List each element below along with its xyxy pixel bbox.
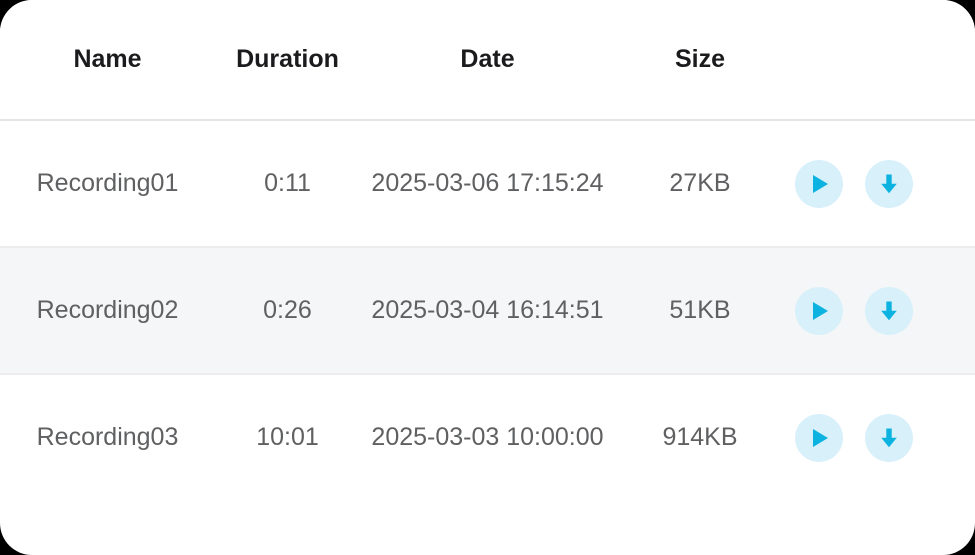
table-row[interactable]: Recording03 10:01 2025-03-03 10:00:00 91… xyxy=(0,374,975,500)
recordings-card: Name Duration Date Size Recording01 0:11… xyxy=(0,0,975,555)
cell-duration: 10:01 xyxy=(215,374,360,500)
cell-date: 2025-03-06 17:15:24 xyxy=(360,120,615,248)
play-button[interactable] xyxy=(795,413,843,462)
table-body: Recording01 0:11 2025-03-06 17:15:24 27K… xyxy=(0,120,975,500)
table-row[interactable]: Recording02 0:26 2025-03-04 16:14:51 51K… xyxy=(0,247,975,375)
download-icon xyxy=(876,298,902,324)
download-button[interactable] xyxy=(865,286,913,335)
cell-name: Recording03 xyxy=(0,374,215,500)
download-button[interactable] xyxy=(865,159,913,208)
play-button[interactable] xyxy=(795,286,843,335)
cell-duration: 0:11 xyxy=(215,120,360,248)
recordings-table: Name Duration Date Size Recording01 0:11… xyxy=(0,0,975,500)
cell-size: 51KB xyxy=(615,247,785,375)
cell-name: Recording02 xyxy=(0,247,215,375)
cell-size: 27KB xyxy=(615,120,785,248)
column-header-size[interactable]: Size xyxy=(615,0,785,121)
cell-actions xyxy=(785,374,975,500)
download-icon xyxy=(876,171,902,197)
play-icon xyxy=(806,425,832,451)
row-actions xyxy=(785,286,975,335)
cell-duration: 0:26 xyxy=(215,247,360,375)
row-actions xyxy=(785,413,975,462)
play-button[interactable] xyxy=(795,159,843,208)
column-header-date[interactable]: Date xyxy=(360,0,615,121)
column-header-name[interactable]: Name xyxy=(0,0,215,121)
cell-name: Recording01 xyxy=(0,120,215,248)
download-button[interactable] xyxy=(865,413,913,462)
column-header-actions xyxy=(785,0,975,121)
table-header: Name Duration Date Size xyxy=(0,0,975,121)
cell-date: 2025-03-04 16:14:51 xyxy=(360,247,615,375)
cell-actions xyxy=(785,247,975,375)
cell-size: 914KB xyxy=(615,374,785,500)
download-icon xyxy=(876,425,902,451)
table-row[interactable]: Recording01 0:11 2025-03-06 17:15:24 27K… xyxy=(0,120,975,248)
row-actions xyxy=(785,159,975,208)
column-header-duration[interactable]: Duration xyxy=(215,0,360,121)
table-header-row: Name Duration Date Size xyxy=(0,0,975,121)
cell-date: 2025-03-03 10:00:00 xyxy=(360,374,615,500)
cell-actions xyxy=(785,120,975,248)
play-icon xyxy=(806,298,832,324)
play-icon xyxy=(806,171,832,197)
